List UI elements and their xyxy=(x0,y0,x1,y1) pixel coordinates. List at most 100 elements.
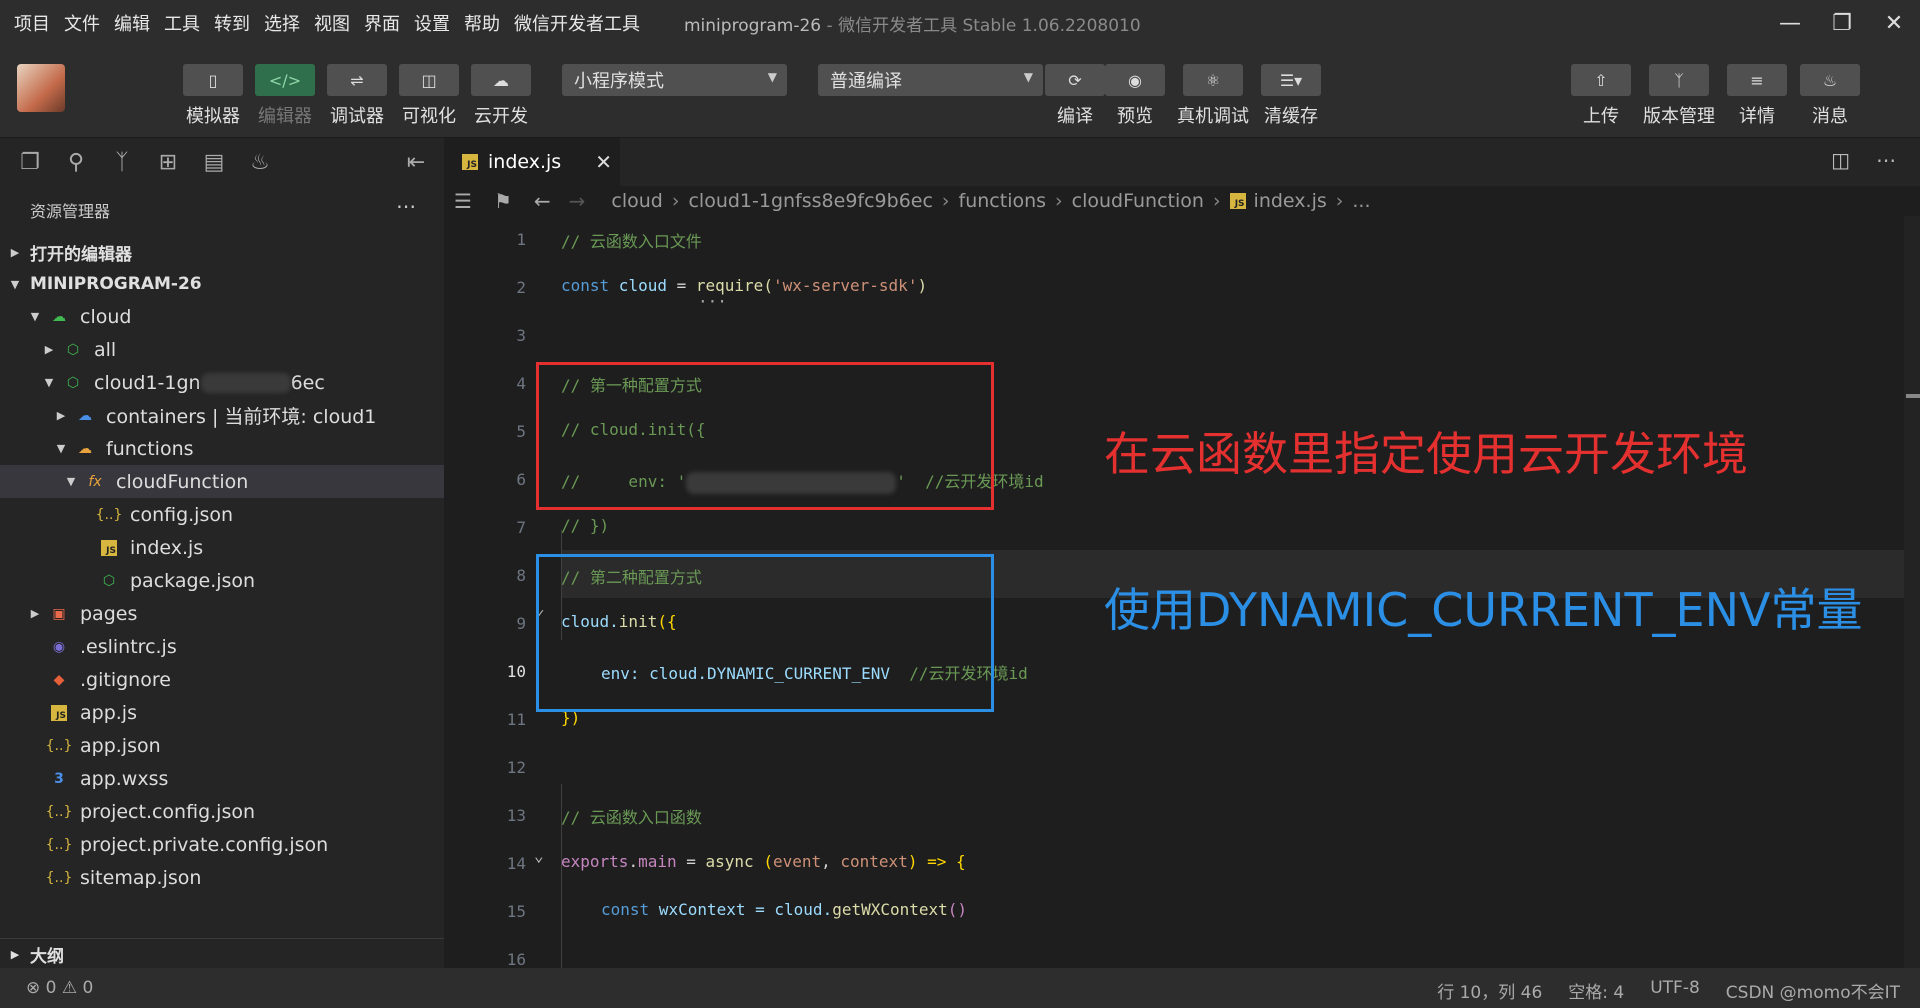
avatar[interactable] xyxy=(17,64,65,112)
tree-label: app.json xyxy=(80,734,161,757)
chevron-down-icon: ▼ xyxy=(56,442,66,455)
code-line-2: const cloud = require('wx-server-sdk') xyxy=(561,276,927,295)
tree-item-cloud[interactable]: ▼ ☁ cloud xyxy=(0,300,444,333)
database-icon[interactable]: ▤ xyxy=(198,150,230,175)
breadcrumb-item[interactable]: cloud xyxy=(611,190,662,212)
back-arrow-icon[interactable]: ← xyxy=(534,189,551,213)
open-editors-label: 打开的编辑器 xyxy=(30,244,132,265)
menu-help[interactable]: 帮助 xyxy=(464,10,500,36)
sliders-icon: ⇌ xyxy=(327,64,387,96)
editor-scrollbar[interactable] xyxy=(1904,216,1920,968)
more-icon[interactable]: ⋯ xyxy=(1876,148,1896,172)
tree-item-pages[interactable]: ▶ ▣ pages xyxy=(0,597,444,630)
phone-icon: ▯ xyxy=(183,64,243,96)
breadcrumb-item[interactable]: functions xyxy=(959,190,1047,212)
mode-select[interactable]: 小程序模式 ▼ xyxy=(562,64,787,96)
more-icon[interactable]: ⋯ xyxy=(396,194,416,218)
token: exports xyxy=(561,852,629,871)
tree-item-config-json[interactable]: {..} config.json xyxy=(0,498,444,531)
tree-item-index-js[interactable]: JS index.js xyxy=(0,531,444,564)
menu-goto[interactable]: 转到 xyxy=(214,10,250,36)
split-editor-icon[interactable]: ◫ xyxy=(1831,148,1850,172)
docker-icon[interactable]: ♨ xyxy=(244,150,276,175)
close-window-icon[interactable]: ✕ xyxy=(1868,0,1920,46)
outline-section[interactable]: ▶ 大纲 xyxy=(0,938,444,970)
compile-button[interactable]: ⟳ 编译 xyxy=(1042,64,1108,128)
visual-label: 可视化 xyxy=(402,106,456,127)
tree-item-functions[interactable]: ▼ ☁ functions xyxy=(0,432,444,465)
bookmark-icon[interactable]: ⚑ xyxy=(494,189,512,213)
menu-view[interactable]: 视图 xyxy=(314,10,350,36)
project-section[interactable]: ▼ MINIPROGRAM-26 xyxy=(0,268,444,300)
messages-label: 消息 xyxy=(1812,106,1848,127)
breadcrumb-item[interactable]: index.js xyxy=(1254,190,1327,212)
menu-project[interactable]: 项目 xyxy=(14,10,50,36)
menu-edit[interactable]: 编辑 xyxy=(114,10,150,36)
tree-item-package-json[interactable]: ⬡ package.json xyxy=(0,564,444,597)
tree-item-app-json[interactable]: {..} app.json xyxy=(0,729,444,762)
tree-item-cloudfunction[interactable]: ▼ fx cloudFunction xyxy=(0,465,444,498)
open-editors-section[interactable]: ▶ 打开的编辑器 xyxy=(0,236,444,268)
mode-select-value: 小程序模式 xyxy=(574,71,664,92)
details-button[interactable]: ≡ 详情 xyxy=(1724,64,1790,128)
debugger-button[interactable]: ⇌ 调试器 xyxy=(324,64,390,128)
list-icon[interactable]: ☰ xyxy=(454,189,472,213)
breadcrumb: ☰ ⚑ ← → cloud › cloud1-1gnfss8e9fc9b6ec › … xyxy=(444,186,1920,216)
code-editor[interactable]: 1 2 3 4 5 6 7 8 9 10 11 12 13 14 15 16 ✓… xyxy=(444,216,1920,968)
source-control-icon[interactable]: ᛉ xyxy=(106,150,138,175)
cloud-dev-button[interactable]: ☁ 云开发 xyxy=(468,64,534,128)
file-tree: ▼ ☁ cloud ▶ ⬡ all ▼ ⬡ cloud1-1gn 6ec ▶ ☁ containe… xyxy=(0,300,444,894)
maximize-icon[interactable]: ❐ xyxy=(1816,0,1868,46)
upload-button[interactable]: ⇧ 上传 xyxy=(1568,64,1634,128)
token: wxContext = cloud. xyxy=(649,900,833,919)
menu-interface[interactable]: 界面 xyxy=(364,10,400,36)
menu-select[interactable]: 选择 xyxy=(264,10,300,36)
tree-item-all[interactable]: ▶ ⬡ all xyxy=(0,333,444,366)
messages-button[interactable]: ♨ 消息 xyxy=(1797,64,1863,128)
clear-cache-button[interactable]: ☰▾ 清缓存 xyxy=(1258,64,1324,128)
version-button[interactable]: ᛉ 版本管理 xyxy=(1643,64,1715,128)
menu-settings[interactable]: 设置 xyxy=(414,10,450,36)
tree-item-gitignore[interactable]: ◆ .gitignore xyxy=(0,663,444,696)
line-number: 5 xyxy=(516,422,526,441)
branch-icon: ᛉ xyxy=(1649,64,1709,96)
files-icon[interactable]: ❐ xyxy=(14,150,46,175)
tree-item-app-wxss[interactable]: 3 app.wxss xyxy=(0,762,444,795)
minimize-icon[interactable]: — xyxy=(1764,0,1816,46)
preview-button[interactable]: ◉ 预览 xyxy=(1102,64,1168,128)
search-icon[interactable]: ⚲ xyxy=(60,150,92,175)
encoding[interactable]: UTF-8 xyxy=(1650,978,1700,1003)
visual-button[interactable]: ◫ 可视化 xyxy=(396,64,462,128)
forward-arrow-icon[interactable]: → xyxy=(569,189,586,213)
menu-tools[interactable]: 工具 xyxy=(164,10,200,36)
bug-icon: ⚛ xyxy=(1183,64,1243,96)
indentation[interactable]: 空格: 4 xyxy=(1568,978,1624,1003)
tree-item-app-js[interactable]: JS app.js xyxy=(0,696,444,729)
problems-count[interactable]: ⊗ 0 ⚠ 0 xyxy=(26,978,93,998)
simulator-button[interactable]: ▯ 模拟器 xyxy=(180,64,246,128)
extensions-icon[interactable]: ⊞ xyxy=(152,150,184,175)
compile-mode-select[interactable]: 普通编译 ▼ xyxy=(818,64,1043,96)
tree-item-project-config[interactable]: {..} project.config.json xyxy=(0,795,444,828)
breadcrumb-item[interactable]: cloudFunction xyxy=(1072,190,1204,212)
close-tab-icon[interactable]: ✕ xyxy=(595,150,612,174)
breadcrumb-item[interactable]: ... xyxy=(1352,190,1370,212)
scroll-thumb[interactable] xyxy=(1906,394,1920,398)
collapse-sidebar-icon[interactable]: ⇤ xyxy=(400,150,432,175)
tab-index-js[interactable]: JS index.js ✕ xyxy=(444,138,620,186)
tree-item-eslintrc[interactable]: ◉ .eslintrc.js xyxy=(0,630,444,663)
tree-item-project-private-config[interactable]: {..} project.private.config.json xyxy=(0,828,444,861)
editor-button[interactable]: </> 编辑器 xyxy=(252,64,318,128)
tree-item-sitemap[interactable]: {..} sitemap.json xyxy=(0,861,444,894)
chevron-right-icon: › xyxy=(1335,190,1344,212)
tree-item-containers[interactable]: ▶ ☁ containers | 当前环境: cloud1 xyxy=(0,399,444,432)
tree-item-cloud1[interactable]: ▼ ⬡ cloud1-1gn 6ec xyxy=(0,366,444,399)
remote-debug-button[interactable]: ⚛ 真机调试 xyxy=(1177,64,1249,128)
cursor-position[interactable]: 行 10，列 46 xyxy=(1437,978,1542,1003)
fold-chevron-icon[interactable]: ⌄ xyxy=(534,846,544,865)
window-title-project: miniprogram-26 xyxy=(684,15,822,36)
breadcrumb-item[interactable]: cloud1-1gnfss8e9fc9b6ec xyxy=(688,190,932,212)
menu-file[interactable]: 文件 xyxy=(64,10,100,36)
menu-wechat-devtools[interactable]: 微信开发者工具 xyxy=(514,10,640,36)
tree-label: cloud1-1gn xyxy=(94,371,201,394)
